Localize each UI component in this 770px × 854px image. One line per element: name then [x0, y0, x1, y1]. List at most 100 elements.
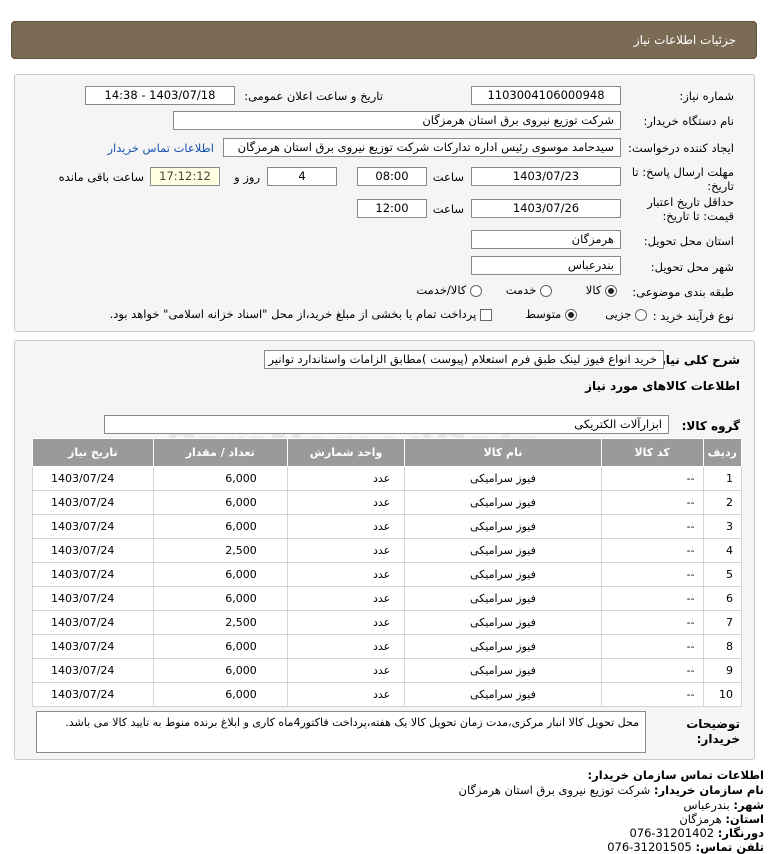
contact-fax-value: 076-31201402	[629, 826, 715, 840]
need-summary-panel: ParsNamadData مرکز تجمیع اطلاعات پارس نم…	[14, 340, 755, 760]
cell-qty: 2,500	[152, 538, 288, 563]
cell-name: فیوز سرامیکی	[404, 562, 602, 587]
cell-date: 1403/07/24	[32, 562, 154, 587]
process-option-minor[interactable]: جزیی	[605, 307, 647, 321]
deadline-label-line2: تاریخ:	[707, 179, 734, 193]
cell-qty: 2,500	[152, 610, 288, 635]
deadline-time-label: ساعت	[432, 170, 464, 184]
table-row: 5 -- فیوز سرامیکی عدد 6,000 1403/07/24	[32, 562, 743, 587]
contact-phone-label: تلفن تماس:	[695, 840, 764, 854]
deadline-date-field: 1403/07/23	[471, 167, 621, 186]
cell-unit: عدد	[286, 682, 406, 707]
cell-unit: عدد	[286, 562, 406, 587]
province-field: هرمزگان	[471, 230, 621, 249]
cell-radif: 7	[702, 610, 743, 635]
cell-qty: 6,000	[152, 586, 288, 611]
validity-label-line1: حداقل تاریخ اعتبار	[647, 195, 734, 209]
cell-qty: 6,000	[152, 562, 288, 587]
cell-unit: عدد	[286, 538, 406, 563]
contact-province-label: استان:	[725, 812, 764, 826]
contact-province-value: هرمزگان	[679, 812, 722, 826]
notes-label-line2: خریدار:	[696, 732, 740, 746]
cell-code: --	[600, 538, 704, 563]
cell-name: فیوز سرامیکی	[404, 490, 602, 515]
radio-service-icon[interactable]	[540, 284, 552, 297]
cell-code: --	[600, 514, 704, 539]
cell-code: --	[600, 466, 704, 491]
contact-title: اطلاعات تماس سازمان خریدار:	[587, 768, 764, 782]
buyer-contact-link[interactable]: اطلاعات تماس خریدار	[107, 141, 214, 155]
goods-table-header: ردیف کد کالا نام کالا واحد شمارش تعداد /…	[32, 438, 743, 467]
contact-fax: دورنگار: 076-31201402	[629, 826, 764, 840]
cell-name: فیوز سرامیکی	[404, 610, 602, 635]
cell-name: فیوز سرامیکی	[404, 658, 602, 683]
remaining-time-field: 17:12:12	[150, 167, 220, 186]
city-label: شهر محل تحویل:	[650, 260, 734, 274]
contact-city-label: شهر:	[733, 798, 764, 812]
cell-radif: 5	[702, 562, 743, 587]
cell-radif: 3	[702, 514, 743, 539]
goods-group-label: گروه کالا:	[681, 419, 740, 433]
cell-qty: 6,000	[152, 658, 288, 683]
cell-qty: 6,000	[152, 514, 288, 539]
cell-qty: 6,000	[152, 466, 288, 491]
goods-section-title: اطلاعات کالاهای مورد نیاز	[585, 379, 740, 393]
announce-label: تاریخ و ساعت اعلان عمومی:	[244, 89, 383, 103]
need-info-panel: شماره نیاز: 1103004106000948 تاریخ و ساع…	[14, 74, 755, 332]
col-date: تاریخ نیاز	[32, 438, 154, 467]
radio-minor-icon[interactable]	[635, 308, 647, 321]
cell-radif: 1	[702, 466, 743, 491]
table-row: 2 -- فیوز سرامیکی عدد 6,000 1403/07/24	[32, 490, 743, 515]
contact-fax-label: دورنگار:	[717, 826, 764, 840]
col-radif: ردیف	[702, 438, 743, 467]
validity-time-field: 12:00	[357, 199, 427, 218]
cell-date: 1403/07/24	[32, 514, 154, 539]
cell-name: فیوز سرامیکی	[404, 634, 602, 659]
checkbox-icon[interactable]	[480, 308, 492, 321]
table-row: 6 -- فیوز سرامیکی عدد 6,000 1403/07/24	[32, 586, 743, 611]
cell-unit: عدد	[286, 634, 406, 659]
page-title: جزئیات اطلاعات نیاز	[633, 33, 736, 47]
col-qty: تعداد / مقدار	[152, 438, 288, 467]
city-field: بندرعباس	[471, 256, 621, 275]
cell-name: فیوز سرامیکی	[404, 682, 602, 707]
cell-radif: 6	[702, 586, 743, 611]
description-label: شرح کلی نیاز:	[654, 353, 740, 367]
col-name: نام کالا	[404, 438, 602, 467]
category-option-goods-service[interactable]: کالا/خدمت	[416, 283, 482, 297]
cell-code: --	[600, 682, 704, 707]
creator-field: سیدحامد موسوی رئیس اداره تدارکات شرکت تو…	[223, 138, 621, 157]
cell-name: فیوز سرامیکی	[404, 538, 602, 563]
goods-table: ردیف کد کالا نام کالا واحد شمارش تعداد /…	[32, 438, 743, 707]
cell-date: 1403/07/24	[32, 466, 154, 491]
province-label: استان محل تحویل:	[643, 234, 734, 248]
cell-date: 1403/07/24	[32, 658, 154, 683]
validity-date-field: 1403/07/26	[471, 199, 621, 218]
cell-name: فیوز سرامیکی	[404, 586, 602, 611]
goods-group-field: ابزارآلات الکتریکی	[104, 415, 669, 434]
creator-label: ایجاد کننده درخواست:	[628, 141, 734, 155]
cell-code: --	[600, 562, 704, 587]
cell-date: 1403/07/24	[32, 490, 154, 515]
col-unit: واحد شمارش	[286, 438, 406, 467]
category-option-goods[interactable]: کالا	[586, 283, 617, 297]
radio-goods-icon[interactable]	[605, 284, 617, 297]
contact-org-value: شرکت توزیع نیروی برق استان هرمزگان	[458, 783, 651, 797]
cell-unit: عدد	[286, 658, 406, 683]
contact-phone: تلفن تماس: 076-31201505	[607, 840, 764, 854]
category-option-service[interactable]: خدمت	[506, 283, 552, 297]
contact-org-label: نام سازمان خریدار:	[653, 783, 764, 797]
radio-goods-service-icon[interactable]	[470, 284, 482, 297]
days-remaining-field: 4	[267, 167, 337, 186]
cell-unit: عدد	[286, 466, 406, 491]
cell-radif: 4	[702, 538, 743, 563]
cell-unit: عدد	[286, 586, 406, 611]
table-row: 8 -- فیوز سرامیکی عدد 6,000 1403/07/24	[32, 634, 743, 659]
contact-phone-value: 076-31201505	[607, 840, 692, 854]
table-row: 4 -- فیوز سرامیکی عدد 2,500 1403/07/24	[32, 538, 743, 563]
deadline-time-field: 08:00	[357, 167, 427, 186]
process-option-medium[interactable]: متوسط	[525, 307, 577, 321]
payment-treasury-option[interactable]: پرداخت تمام یا بخشی از مبلغ خرید،از محل …	[110, 307, 492, 321]
contact-city-value: بندرعباس	[683, 798, 730, 812]
radio-medium-icon[interactable]	[565, 308, 577, 321]
